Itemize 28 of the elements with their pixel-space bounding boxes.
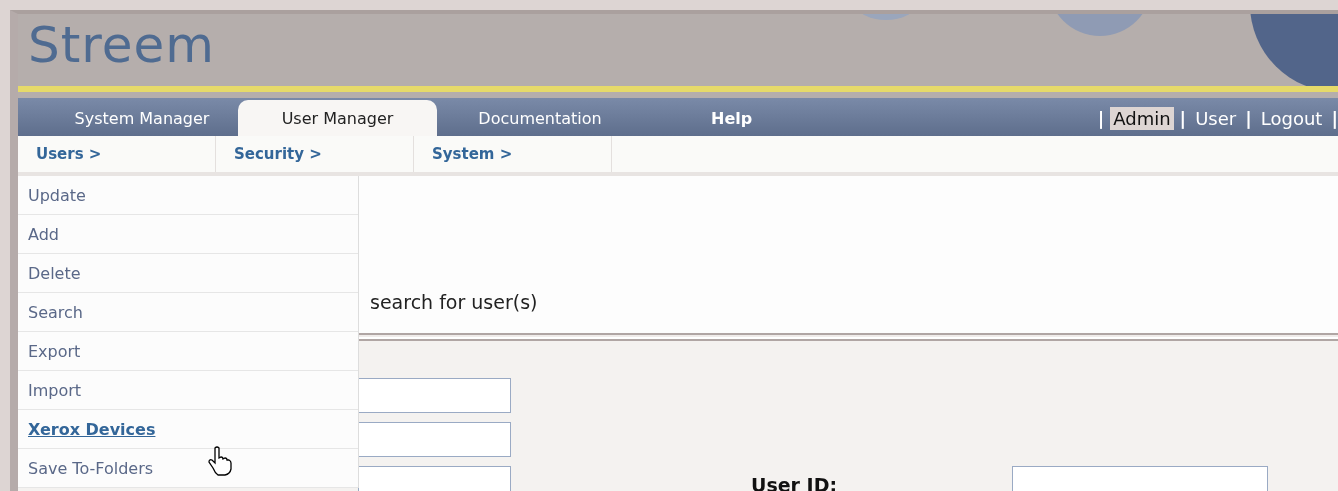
- nav-tab[interactable]: System Manager: [46, 100, 238, 136]
- app-logo: Streem: [28, 16, 216, 74]
- menu-item[interactable]: Update: [18, 176, 358, 215]
- menu-item[interactable]: Search: [18, 293, 358, 332]
- menu-item[interactable]: Add: [18, 215, 358, 254]
- input-field[interactable]: [358, 422, 511, 457]
- input-field[interactable]: [358, 378, 511, 413]
- separator: |: [1179, 107, 1187, 129]
- user-link[interactable]: Logout: [1257, 106, 1326, 130]
- nav-tab[interactable]: User Manager: [238, 100, 437, 136]
- submenu-link[interactable]: Security >: [216, 136, 414, 172]
- input-field[interactable]: [358, 466, 511, 491]
- instruction-text: search for user(s): [370, 291, 538, 313]
- menu-item[interactable]: Xerox Devices: [18, 410, 358, 449]
- user-link[interactable]: User: [1192, 106, 1240, 130]
- separator: |: [1331, 107, 1338, 129]
- menu-item[interactable]: Delete: [18, 254, 358, 293]
- separator: |: [1245, 107, 1252, 129]
- submenu-link[interactable]: System >: [414, 136, 612, 172]
- help-link[interactable]: Help: [703, 100, 761, 136]
- hand-cursor-icon: [208, 446, 232, 476]
- user-link[interactable]: Admin: [1110, 106, 1174, 130]
- input-field[interactable]: [1012, 466, 1268, 491]
- menu-item[interactable]: Import: [18, 371, 358, 410]
- nav-tab[interactable]: Documentation: [437, 100, 643, 136]
- submenu-link[interactable]: Users >: [18, 136, 216, 172]
- separator: |: [1097, 107, 1105, 129]
- menu-item[interactable]: Export: [18, 332, 358, 371]
